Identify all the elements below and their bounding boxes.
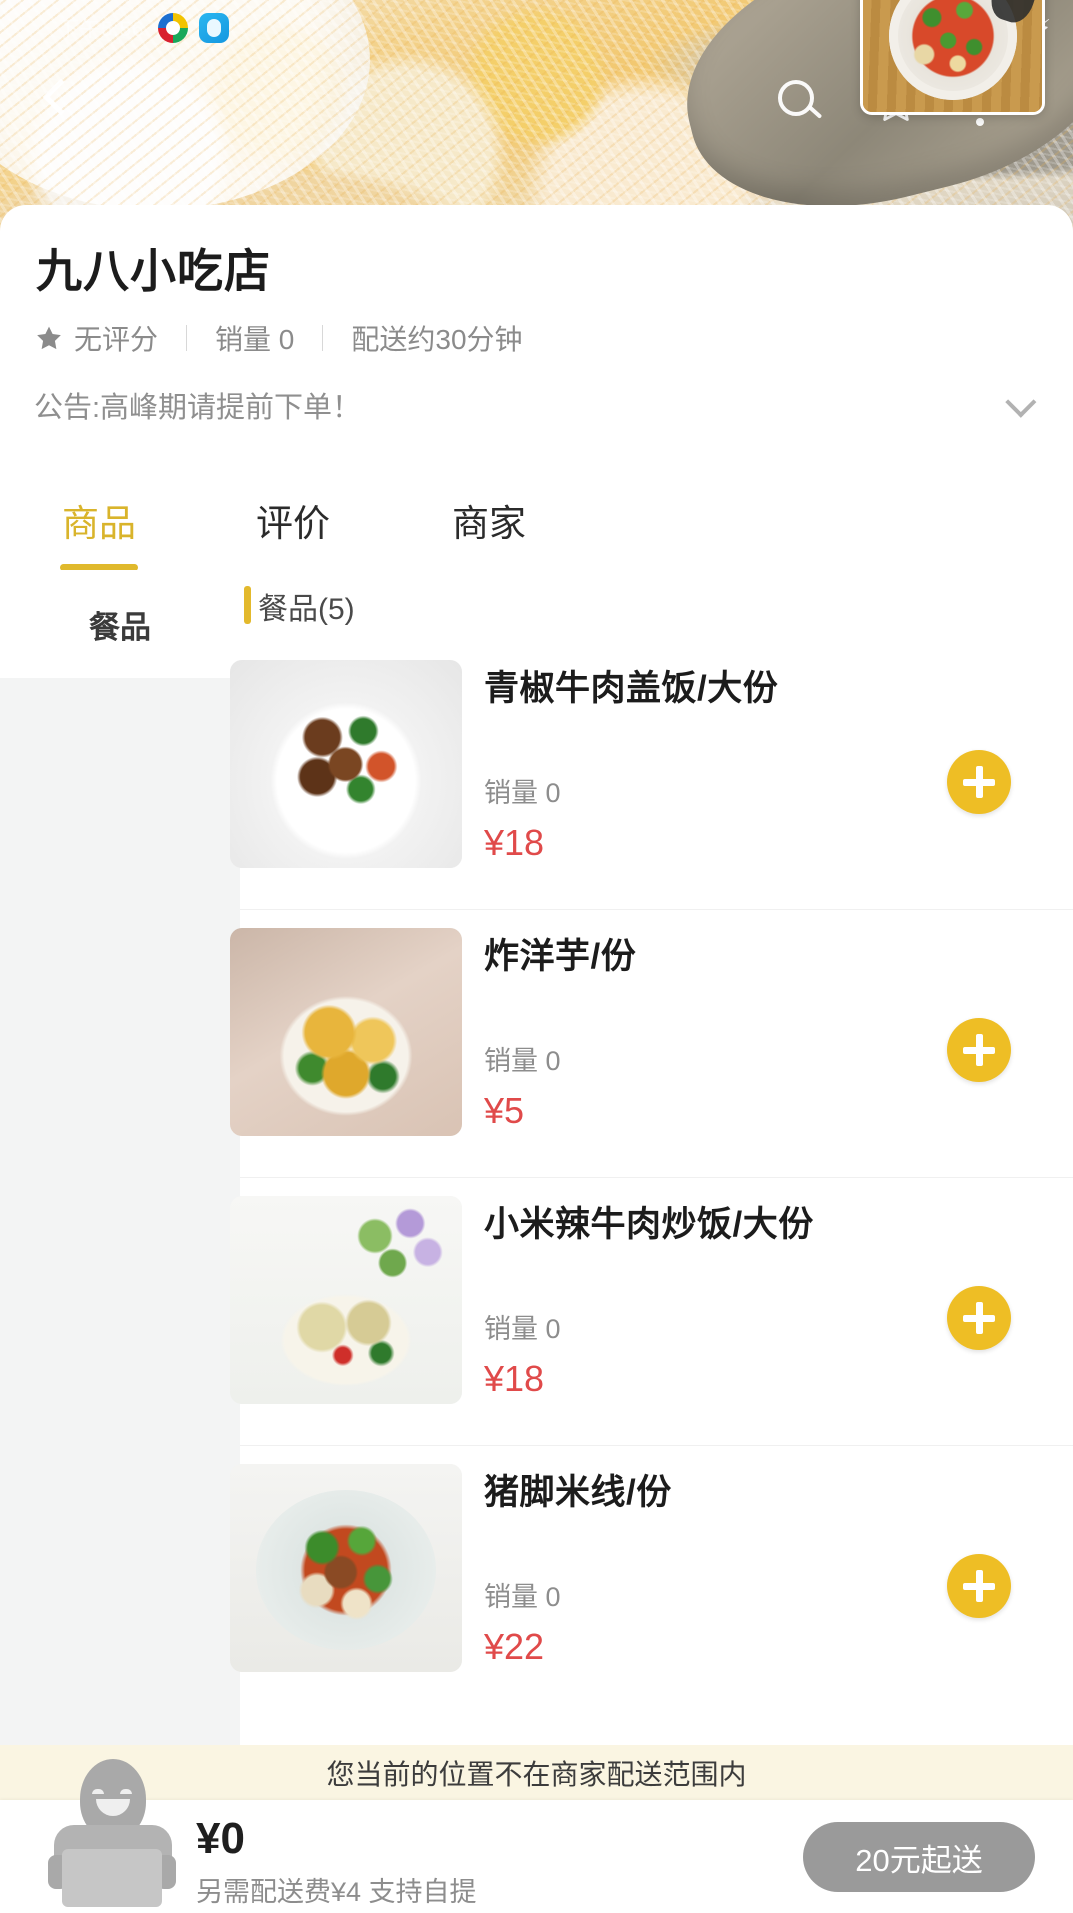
shop-sales: 销量 0 — [215, 318, 294, 358]
food-list[interactable]: 餐品(5) 青椒牛肉盖饭/大份 销量 0 ¥18 炸洋芋/份 销量 0 ¥5 小… — [240, 570, 1073, 1745]
delivery-range-warning-text: 您当前的位置不在商家配送范围内 — [326, 1753, 746, 1793]
plus-icon[interactable] — [947, 750, 1011, 814]
delivery-person-icon — [42, 1759, 182, 1905]
food-item-row[interactable]: 青椒牛肉盖饭/大份 销量 0 ¥18 — [240, 642, 1073, 910]
shop-meta-row: 无评分 销量 0 配送约30分钟 — [34, 318, 523, 358]
category-sidebar: 餐品 — [0, 570, 240, 1745]
cart-bar: ¥0 另需配送费¥4 支持自提 20元起送 — [0, 1800, 1073, 1913]
cart-summary[interactable]: ¥0 另需配送费¥4 支持自提 — [196, 1816, 477, 1909]
plus-icon[interactable] — [947, 1018, 1011, 1082]
app-blue-icon — [199, 13, 229, 43]
beef-pepper-rice-photo — [230, 660, 462, 868]
star-filled-icon — [34, 324, 64, 353]
menu-content: 餐品 餐品(5) 青椒牛肉盖饭/大份 销量 0 ¥18 炸洋芋/份 销量 0 ¥… — [0, 570, 1073, 1745]
shop-info-card: 九八小吃店 无评分 销量 0 配送约30分钟 公告:高峰期请提前下单！ — [0, 205, 1073, 470]
cart-fee-note: 另需配送费¥4 支持自提 — [196, 1870, 477, 1909]
plus-icon[interactable] — [947, 1286, 1011, 1350]
food-item-name: 青椒牛肉盖饭/大份 — [484, 660, 1073, 711]
shop-tabs: 商品 评价 商家 — [0, 470, 1073, 570]
pork-trotter-noodles-photo — [230, 1464, 462, 1672]
food-item-row[interactable]: 猪脚米线/份 销量 0 ¥22 — [240, 1446, 1073, 1714]
back-chevron-icon[interactable] — [43, 79, 80, 116]
status-app-icons — [158, 13, 229, 43]
food-item-row[interactable]: 炸洋芋/份 销量 0 ¥5 — [240, 910, 1073, 1178]
sidebar-item-meals[interactable]: 餐品 — [0, 570, 240, 678]
meta-divider-1 — [186, 325, 187, 351]
shop-rating: 无评分 — [74, 318, 158, 358]
food-item-sales: 销量 0 — [484, 1575, 561, 1614]
fried-potato-photo — [230, 928, 462, 1136]
shop-logo-noodle-bowl — [860, 0, 1045, 115]
search-icon[interactable] — [778, 80, 822, 124]
cart-total-price: ¥0 — [196, 1816, 477, 1862]
spicy-beef-fried-rice-photo — [230, 1196, 462, 1404]
food-item-price: ¥18 — [484, 1358, 544, 1400]
plus-icon[interactable] — [947, 1554, 1011, 1618]
app-colorwheel-icon — [158, 13, 188, 43]
food-item-price: ¥22 — [484, 1626, 544, 1668]
section-header-meals: 餐品(5) — [240, 570, 1073, 642]
status-time: 下午5:56 — [58, 13, 144, 43]
tab-reviews[interactable]: 评价 — [256, 493, 330, 547]
food-item-price: ¥5 — [484, 1090, 524, 1132]
chevron-down-icon[interactable] — [1005, 387, 1036, 418]
food-item-name: 小米辣牛肉炒饭/大份 — [484, 1196, 1073, 1247]
shop-announcement[interactable]: 公告:高峰期请提前下单！ — [34, 375, 1039, 435]
page-title: 九八小吃店 — [36, 235, 271, 301]
food-item-row[interactable]: 小米辣牛肉炒饭/大份 销量 0 ¥18 — [240, 1178, 1073, 1446]
meta-divider-2 — [322, 325, 323, 351]
food-item-price: ¥18 — [484, 822, 544, 864]
place-order-button[interactable]: 20元起送 — [803, 1822, 1035, 1892]
shop-delivery-time: 配送约30分钟 — [351, 318, 522, 358]
food-item-sales: 销量 0 — [484, 771, 561, 810]
food-item-sales: 销量 0 — [484, 1307, 561, 1346]
shop-announcement-text: 公告:高峰期请提前下单！ — [34, 384, 361, 426]
food-item-name: 炸洋芋/份 — [484, 928, 1073, 979]
food-item-sales: 销量 0 — [484, 1039, 561, 1078]
tab-products[interactable]: 商品 — [62, 493, 136, 547]
food-item-name: 猪脚米线/份 — [484, 1464, 1073, 1515]
tab-merchant[interactable]: 商家 — [452, 493, 526, 547]
